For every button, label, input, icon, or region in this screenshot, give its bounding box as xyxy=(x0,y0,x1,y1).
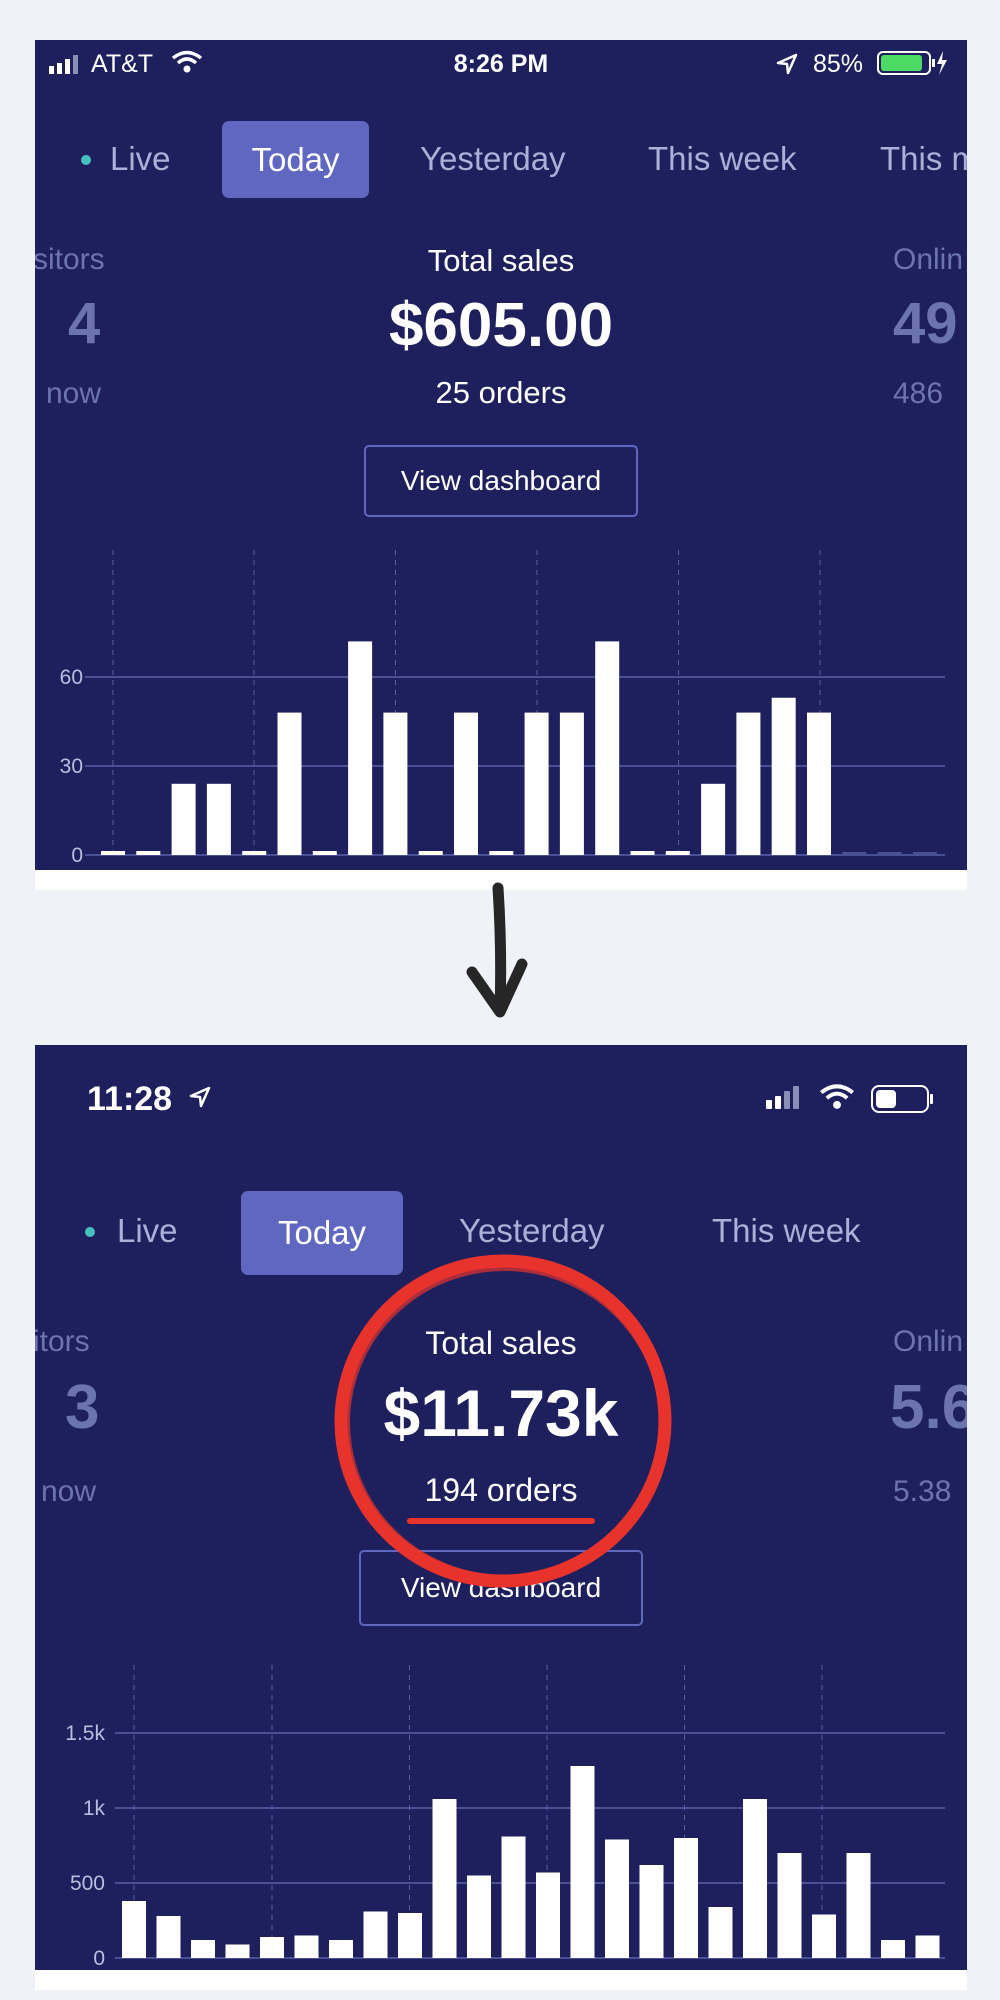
online-value: 49 xyxy=(893,291,958,356)
chart-bar xyxy=(877,852,902,855)
total-sales-label: Total sales xyxy=(425,1325,577,1361)
chart-bar xyxy=(467,1875,491,1958)
panel-divider xyxy=(35,1970,967,1990)
chart-bar xyxy=(363,1911,388,1958)
total-sales-value: $11.73k xyxy=(383,1376,619,1450)
chart-bar xyxy=(489,851,514,855)
chart-bar xyxy=(294,1935,319,1958)
y-tick-label: 1.5k xyxy=(65,1722,105,1745)
chart-bar xyxy=(432,1799,457,1958)
chart-bar xyxy=(639,1865,664,1958)
chart-bar xyxy=(881,1940,905,1958)
chart-bar xyxy=(777,1853,802,1958)
chart-bar xyxy=(206,783,231,855)
online-sub: 5.38 xyxy=(893,1475,952,1508)
sales-chart: 4 AM8 AM12 PM4 PM8 PM03060 xyxy=(60,550,945,867)
chart-bar xyxy=(842,852,867,855)
chart-bar xyxy=(398,1913,422,1958)
tab-this-week[interactable]: This week xyxy=(648,140,797,178)
tab-live[interactable]: Live xyxy=(117,1212,178,1250)
chart-bar xyxy=(536,1872,560,1958)
tab-this-week[interactable]: This week xyxy=(712,1212,861,1250)
y-tick-label: 1k xyxy=(83,1797,106,1820)
chart-bar xyxy=(915,1935,940,1958)
chart-bar xyxy=(570,1766,595,1958)
total-sales-value: $605.00 xyxy=(388,291,614,360)
tab-today[interactable]: Today xyxy=(222,121,369,198)
location-icon xyxy=(775,52,799,81)
tab-live[interactable]: Live xyxy=(110,140,171,178)
location-icon xyxy=(188,1085,212,1114)
chart-bar xyxy=(812,1914,836,1958)
live-dot-icon xyxy=(81,155,91,165)
screenshot-before: AT&T 8:26 PM 85% Live Today Yesterday Th… xyxy=(35,40,967,870)
chart-bar xyxy=(277,712,302,855)
chart-bar xyxy=(156,1916,181,1958)
live-dot-icon xyxy=(85,1227,95,1237)
chart-bar xyxy=(101,851,125,855)
online-label: Onlin xyxy=(893,243,964,276)
battery-icon xyxy=(871,1085,935,1118)
chart-bar xyxy=(701,783,726,855)
chart-bar xyxy=(708,1907,733,1958)
y-tick-label: 500 xyxy=(70,1872,105,1895)
chart-bar xyxy=(736,712,761,855)
orders-count: 25 orders xyxy=(435,375,567,410)
online-value: 5.6 xyxy=(890,1373,967,1442)
chart-bar xyxy=(559,712,584,855)
chart-bar xyxy=(260,1937,284,1958)
y-tick-label: 0 xyxy=(71,844,83,867)
y-tick-label: 30 xyxy=(60,755,83,778)
y-tick-label: 0 xyxy=(93,1947,105,1970)
tab-yesterday[interactable]: Yesterday xyxy=(420,140,566,178)
chart-bar xyxy=(171,783,196,855)
chart-bar xyxy=(524,712,549,855)
chart-bar xyxy=(807,712,831,855)
battery-percent: 85% xyxy=(813,50,864,78)
signal-icon xyxy=(766,1085,802,1114)
y-tick-label: 60 xyxy=(60,666,83,689)
chart-bar xyxy=(191,1940,215,1958)
online-label: Onlin xyxy=(893,1325,964,1358)
tab-yesterday[interactable]: Yesterday xyxy=(459,1212,605,1250)
chart-bar xyxy=(674,1838,698,1958)
chart-bar xyxy=(242,851,267,855)
chart-bar xyxy=(122,1901,146,1958)
chart-bar xyxy=(501,1836,526,1958)
chart-bar xyxy=(225,1944,250,1958)
chart-bar xyxy=(348,641,373,855)
sales-chart: 4 AM8 AM12 PM4 PM8 PM05001k1.5k xyxy=(65,1665,945,1970)
chart-bar xyxy=(329,1940,353,1958)
screenshot-after: 11:28 Live Today Yesterday This week ito… xyxy=(35,1045,967,1970)
chart-bar xyxy=(846,1853,871,1958)
wifi-icon xyxy=(819,1083,855,1116)
chart-bar xyxy=(630,851,655,855)
chart-bar xyxy=(605,1839,629,1958)
view-dashboard-button[interactable]: View dashboard xyxy=(364,445,638,517)
down-arrow-icon xyxy=(460,880,540,1035)
tab-today[interactable]: Today xyxy=(241,1191,403,1275)
view-dashboard-button[interactable]: View dashboard xyxy=(359,1550,643,1626)
total-sales-label: Total sales xyxy=(427,243,575,278)
chart-bar xyxy=(743,1799,767,1958)
chart-bar xyxy=(136,851,161,855)
chart-bar xyxy=(312,851,337,855)
status-time: 11:28 xyxy=(87,1080,173,1118)
tab-this-month[interactable]: This m xyxy=(880,140,967,178)
battery-icon xyxy=(877,50,947,81)
chart-bar xyxy=(418,851,443,855)
online-sub: 486 xyxy=(893,377,944,410)
chart-bar xyxy=(595,641,620,855)
orders-count: 194 orders xyxy=(424,1472,578,1508)
chart-bar xyxy=(383,712,408,855)
chart-bar xyxy=(912,852,937,855)
chart-bar xyxy=(665,851,690,855)
chart-bar xyxy=(454,712,478,855)
chart-bar xyxy=(771,697,796,855)
